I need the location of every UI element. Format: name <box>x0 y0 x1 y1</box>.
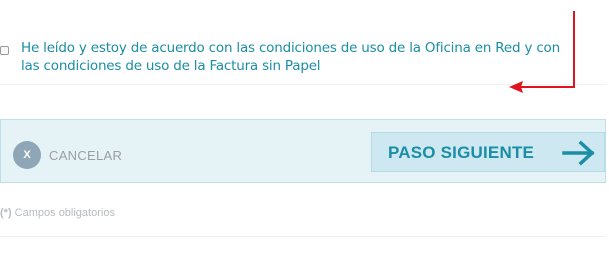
form-action-bar: X CANCELAR PASO SIGUIENTE <box>0 119 606 183</box>
terms-checkbox[interactable] <box>0 46 9 55</box>
required-fields-note: (*) Campos obligatorios <box>0 207 115 219</box>
required-text: Campos obligatorios <box>14 207 115 219</box>
next-step-label[interactable]: PASO SIGUIENTE <box>388 143 534 163</box>
arrow-right-icon[interactable] <box>562 140 598 166</box>
required-marker: (*) <box>0 207 12 219</box>
cancel-label[interactable]: CANCELAR <box>49 148 122 163</box>
next-step-button[interactable]: PASO SIGUIENTE <box>371 132 605 172</box>
registration-form-footer: He leído y estoy de acuerdo con las cond… <box>0 0 609 255</box>
cancel-x-icon[interactable]: X <box>13 141 41 169</box>
divider <box>0 236 606 237</box>
cancel-button[interactable]: X CANCELAR <box>13 140 122 170</box>
red-pointer-arrow-icon <box>509 11 575 93</box>
terms-label[interactable]: He leído y estoy de acuerdo con las cond… <box>21 39 581 75</box>
